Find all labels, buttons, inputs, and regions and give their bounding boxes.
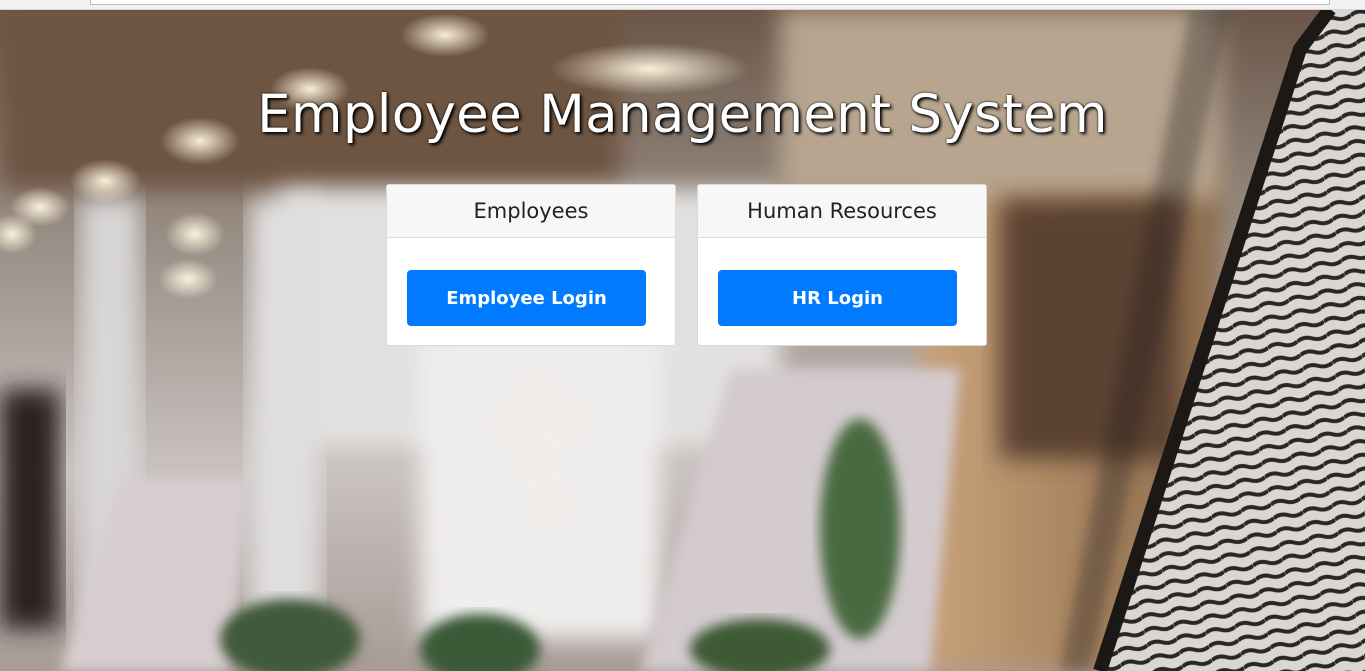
hr-login-button[interactable]: HR Login — [718, 270, 957, 326]
employees-card: Employees Employee Login — [386, 184, 676, 346]
employees-card-header: Employees — [387, 185, 675, 238]
employee-login-button[interactable]: Employee Login — [407, 270, 646, 326]
hr-card: Human Resources HR Login — [697, 184, 987, 346]
browser-toolbar-edge — [0, 0, 1365, 10]
hr-card-header: Human Resources — [698, 185, 986, 238]
employees-card-body: Employee Login — [387, 238, 675, 326]
page: Employee Management System Employees Emp… — [0, 0, 1365, 671]
hr-card-body: HR Login — [698, 238, 986, 326]
address-bar-edge[interactable] — [90, 0, 1330, 5]
page-title: Employee Management System — [257, 84, 1108, 145]
